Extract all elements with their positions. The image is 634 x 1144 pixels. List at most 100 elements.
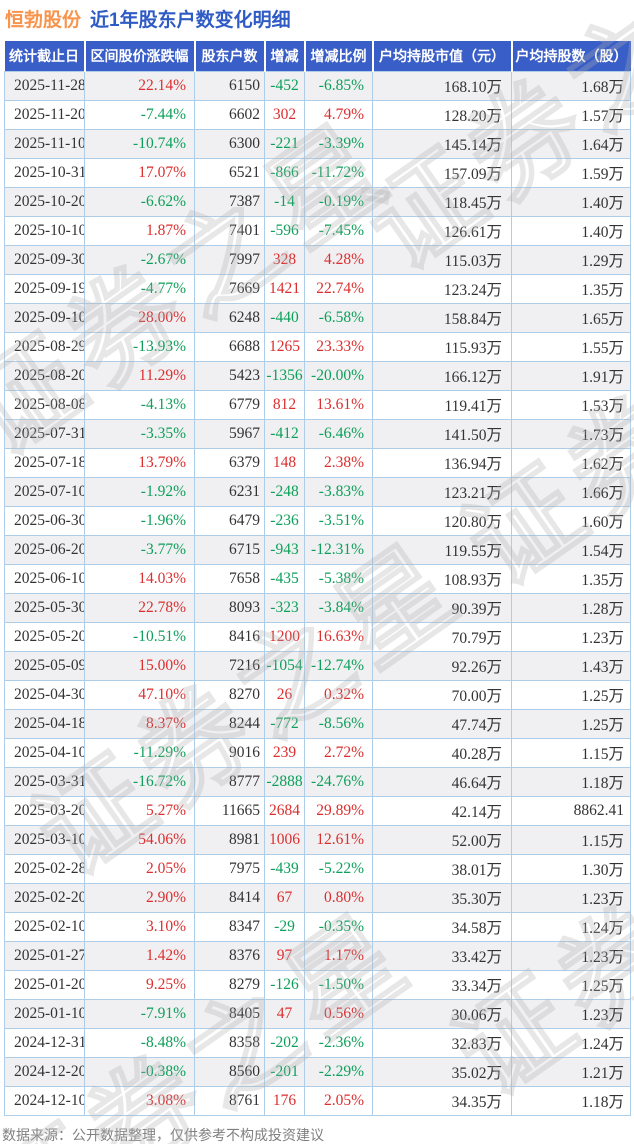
cell-avg-value: 157.09万 <box>372 157 512 188</box>
cell-holders: 8416 <box>194 621 265 652</box>
table-row: 2025-08-29 -13.93% 6688 1265 23.33% 115.93万 1.… <box>4 331 631 362</box>
cell-avg-shares: 1.23万 <box>511 882 631 913</box>
cell-date: 2025-11-28 <box>4 70 85 101</box>
cell-price-change: 28.00% <box>84 302 195 333</box>
cell-price-change: -8.48% <box>84 1027 195 1058</box>
cell-delta-pct: -1.50% <box>304 969 373 1000</box>
cell-avg-shares: 1.64万 <box>511 128 631 159</box>
cell-avg-shares: 1.28万 <box>511 592 631 623</box>
cell-avg-shares: 1.53万 <box>511 389 631 420</box>
cell-date: 2024-12-10 <box>4 1085 85 1116</box>
cell-date: 2025-03-20 <box>4 795 85 826</box>
table-row: 2025-11-28 22.14% 6150 -452 -6.85% 168.10万 1.6… <box>4 70 631 101</box>
table-row: 2025-04-10 -11.29% 9016 239 2.72% 40.28万 1.15万 <box>4 737 631 768</box>
cell-holders: 6479 <box>194 505 265 536</box>
cell-delta-pct: 2.72% <box>304 737 373 768</box>
table-row: 2024-12-31 -8.48% 8358 -202 -2.36% 32.83万 1.24… <box>4 1027 631 1058</box>
cell-price-change: 2.05% <box>84 853 195 884</box>
cell-holders: 7387 <box>194 186 265 217</box>
table-row: 2025-06-20 -3.77% 6715 -943 -12.31% 119.55万 1.… <box>4 534 631 565</box>
cell-avg-value: 30.06万 <box>372 998 512 1029</box>
cell-avg-value: 70.00万 <box>372 679 512 710</box>
cell-delta: 812 <box>264 389 305 420</box>
cell-avg-value: 123.21万 <box>372 476 512 507</box>
cell-date: 2025-02-28 <box>4 853 85 884</box>
cell-avg-value: 42.14万 <box>372 795 512 826</box>
table-row: 2025-02-10 3.10% 8347 -29 -0.35% 34.58万 1.24万 <box>4 911 631 942</box>
table-row: 2025-11-20 -7.44% 6602 302 4.79% 128.20万 1.57万 <box>4 99 631 130</box>
page-subtitle: 近1年股东户数变化明细 <box>90 10 291 31</box>
cell-avg-value: 136.94万 <box>372 447 512 478</box>
cell-date: 2025-06-20 <box>4 534 85 565</box>
cell-avg-value: 52.00万 <box>372 824 512 855</box>
cell-avg-value: 166.12万 <box>372 360 512 391</box>
cell-date: 2025-03-31 <box>4 766 85 797</box>
cell-avg-shares: 1.35万 <box>511 273 631 304</box>
cell-holders: 7669 <box>194 273 265 304</box>
cell-delta-pct: -2.36% <box>304 1027 373 1058</box>
cell-delta: -866 <box>264 157 305 188</box>
cell-avg-shares: 1.24万 <box>511 1027 631 1058</box>
cell-holders: 7975 <box>194 853 265 884</box>
cell-avg-shares: 1.30万 <box>511 853 631 884</box>
cell-price-change: -4.13% <box>84 389 195 420</box>
cell-holders: 7216 <box>194 650 265 681</box>
column-header-delta-pct: 增减比例 <box>303 41 373 71</box>
cell-holders: 8777 <box>194 766 265 797</box>
cell-date: 2025-08-20 <box>4 360 85 391</box>
cell-price-change: 2.90% <box>84 882 195 913</box>
cell-delta-pct: 13.61% <box>304 389 373 420</box>
cell-avg-value: 115.93万 <box>372 331 512 362</box>
table-row: 2025-04-30 47.10% 8270 26 0.32% 70.00万 1.25万 <box>4 679 631 710</box>
cell-avg-shares: 1.24万 <box>511 911 631 942</box>
table-header-row: 统计截止日 区间股价涨跌幅 股东户数 增减 增减比例 户均持股市值（元） 户均持股数（股） <box>4 41 631 71</box>
table-row: 2025-09-19 -4.77% 7669 1421 22.74% 123.24万 1.3… <box>4 273 631 304</box>
cell-delta-pct: -5.22% <box>304 853 373 884</box>
cell-holders: 6688 <box>194 331 265 362</box>
cell-delta: -2888 <box>264 766 305 797</box>
cell-delta: -221 <box>264 128 305 159</box>
cell-avg-shares: 1.40万 <box>511 186 631 217</box>
cell-avg-value: 47.74万 <box>372 708 512 739</box>
cell-delta-pct: -5.38% <box>304 563 373 594</box>
cell-avg-value: 168.10万 <box>372 70 512 101</box>
cell-date: 2025-10-10 <box>4 215 85 246</box>
cell-delta: -1054 <box>264 650 305 681</box>
cell-avg-shares: 1.40万 <box>511 215 631 246</box>
cell-avg-shares: 1.21万 <box>511 1056 631 1087</box>
cell-delta-pct: 4.28% <box>304 244 373 275</box>
cell-holders: 7997 <box>194 244 265 275</box>
cell-price-change: -10.51% <box>84 621 195 652</box>
table-row: 2025-06-30 -1.96% 6479 -236 -3.51% 120.80万 1.6… <box>4 505 631 536</box>
cell-holders: 7401 <box>194 215 265 246</box>
cell-price-change: 22.14% <box>84 70 195 101</box>
cell-date: 2025-01-10 <box>4 998 85 1029</box>
cell-date: 2025-03-10 <box>4 824 85 855</box>
cell-avg-value: 123.24万 <box>372 273 512 304</box>
cell-delta-pct: -3.84% <box>304 592 373 623</box>
cell-avg-value: 40.28万 <box>372 737 512 768</box>
cell-avg-value: 145.14万 <box>372 128 512 159</box>
cell-delta-pct: -3.51% <box>304 505 373 536</box>
page-title: 恒勃股份 近1年股东户数变化明细 <box>0 0 634 41</box>
cell-holders: 6779 <box>194 389 265 420</box>
cell-delta: 1421 <box>264 273 305 304</box>
table-row: 2025-05-20 -10.51% 8416 1200 16.63% 70.79万 1.2… <box>4 621 631 652</box>
cell-date: 2025-07-31 <box>4 418 85 449</box>
cell-avg-shares: 8862.41 <box>511 795 631 826</box>
cell-avg-shares: 1.68万 <box>511 70 631 101</box>
cell-date: 2025-09-19 <box>4 273 85 304</box>
table-row: 2025-09-30 -2.67% 7997 328 4.28% 115.03万 1.29万 <box>4 244 631 275</box>
cell-price-change: -1.92% <box>84 476 195 507</box>
cell-date: 2025-01-27 <box>4 940 85 971</box>
cell-holders: 8981 <box>194 824 265 855</box>
cell-holders: 6300 <box>194 128 265 159</box>
column-header-date: 统计截止日 <box>4 41 85 71</box>
cell-price-change: -1.96% <box>84 505 195 536</box>
cell-avg-value: 33.34万 <box>372 969 512 1000</box>
cell-delta-pct: 29.89% <box>304 795 373 826</box>
table-row: 2025-01-10 -7.91% 8405 47 0.56% 30.06万 1.23万 <box>4 998 631 1029</box>
cell-price-change: -7.44% <box>84 99 195 130</box>
cell-delta-pct: -20.00% <box>304 360 373 391</box>
table-row: 2025-01-27 1.42% 8376 97 1.17% 33.42万 1.23万 <box>4 940 631 971</box>
